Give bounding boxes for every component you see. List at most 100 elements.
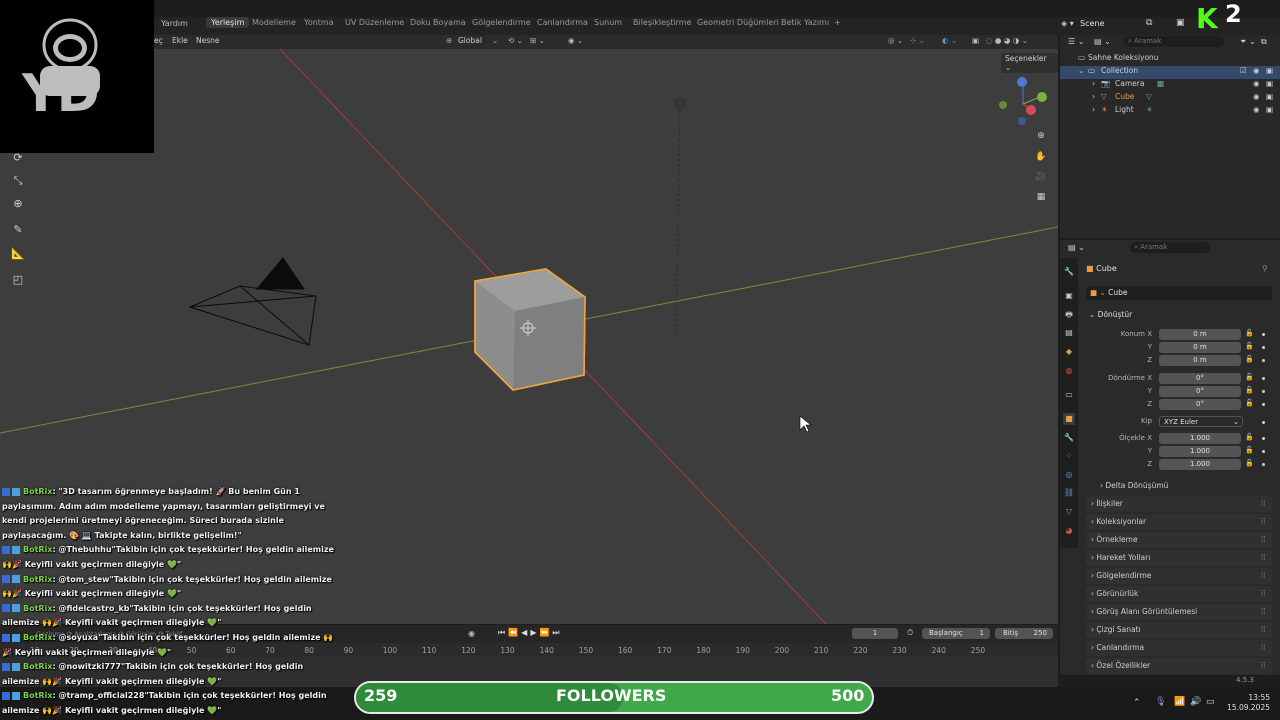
scale-tool-icon[interactable]: ⤡	[10, 173, 26, 189]
proportional-icon[interactable]: ◉ ⌄	[568, 36, 583, 45]
xray-icon[interactable]: ▣	[972, 36, 979, 45]
tab-workspace-5[interactable]: Gölgelendirme	[472, 18, 531, 27]
outliner-item-light[interactable]: › ☀ Light ☀ ◉ ▣	[1060, 105, 1280, 118]
panel-8[interactable]: › Canlandırma ⠿	[1086, 640, 1272, 656]
tab-workspace-10[interactable]: Betik Yazımı	[781, 18, 829, 27]
transform-tool-icon[interactable]: ⊕	[10, 196, 26, 212]
rotation-x-field[interactable]: 0°	[1159, 373, 1241, 384]
pan-hand-icon[interactable]: ✋	[1034, 150, 1048, 164]
menu-object[interactable]: Nesne	[196, 36, 220, 45]
pivot-icon[interactable]: ⟲ ⌄	[508, 36, 523, 45]
physics-tab-icon[interactable]: ◎	[1063, 469, 1075, 481]
lock-icon[interactable]: 🔓	[1245, 342, 1254, 350]
copy-scene-icon[interactable]: ⧉	[1146, 18, 1152, 28]
keyframe-dot-icon[interactable]	[1262, 359, 1265, 362]
location-x-field[interactable]: 0 m	[1159, 329, 1241, 340]
tab-workspace-9[interactable]: Geometri Düğümleri	[697, 18, 779, 27]
camera-render-icon[interactable]: ▣	[1266, 105, 1273, 114]
outliner-collection[interactable]: ⌄ ▭ Collection ☑ ◉ ▣	[1060, 66, 1280, 79]
drag-handle-icon[interactable]: ⠿	[1261, 496, 1267, 512]
menu-view[interactable]: eç	[154, 36, 163, 45]
outliner-item-cube[interactable]: › ▽ Cube ▽ ◉ ▣	[1060, 92, 1280, 105]
keyframe-dot-icon[interactable]	[1262, 450, 1265, 453]
battery-icon[interactable]: ▭	[1206, 697, 1215, 707]
menu-help[interactable]: Yardım	[161, 19, 188, 28]
lock-icon[interactable]: 🔓	[1245, 459, 1254, 467]
delta-transform-header[interactable]: › Delta Dönüşümü	[1100, 481, 1168, 490]
lock-icon[interactable]: 🔓	[1245, 433, 1254, 441]
checkbox-icon[interactable]: ☑	[1240, 66, 1247, 75]
display-mode-icon[interactable]: ▤ ⌄	[1094, 37, 1111, 46]
snap-icon[interactable]: ⊞ ⌄	[530, 36, 545, 45]
rotation-z-field[interactable]: 0°	[1159, 399, 1241, 410]
tool-tab-icon[interactable]: 🔧	[1063, 266, 1075, 278]
tab-workspace-2[interactable]: Yontma	[304, 18, 334, 27]
object-tab-icon[interactable]: ■	[1063, 413, 1075, 425]
drag-handle-icon[interactable]: ⠿	[1261, 604, 1267, 620]
current-frame-field[interactable]: 1	[852, 628, 898, 639]
tab-workspace-7[interactable]: Sunum	[594, 18, 622, 27]
start-frame-field[interactable]: Başlangıç 1	[922, 628, 990, 639]
eye-icon[interactable]: ◉	[1253, 66, 1260, 75]
panel-7[interactable]: › Çizgi Sanatı ⠿	[1086, 622, 1272, 638]
collection-tab-icon[interactable]: ▭	[1063, 389, 1075, 401]
camera-render-icon[interactable]: ▣	[1266, 66, 1273, 75]
properties-type-icon[interactable]: ▤ ⌄	[1068, 243, 1085, 252]
drag-handle-icon[interactable]: ⠿	[1261, 550, 1267, 566]
drag-handle-icon[interactable]: ⠿	[1261, 658, 1267, 674]
particles-tab-icon[interactable]: ⁘	[1063, 450, 1075, 462]
eye-icon[interactable]: ◉	[1253, 92, 1260, 101]
render-tab-icon[interactable]: ▣	[1063, 290, 1075, 302]
mic-icon[interactable]: 🎙	[1155, 697, 1166, 707]
panel-3[interactable]: › Hareket Yolları ⠿	[1086, 550, 1272, 566]
visibility-icon[interactable]: ◎ ⌄	[888, 36, 903, 45]
panel-6[interactable]: › Görüş Alanı Görüntülemesi ⠿	[1086, 604, 1272, 620]
lock-icon[interactable]: 🔓	[1245, 373, 1254, 381]
transform-header[interactable]: ⌄ Dönüştür	[1089, 310, 1132, 319]
playback-controls[interactable]: ⏮⏪◀▶⏩⏭	[498, 628, 563, 638]
system-clock[interactable]: 13:55 15.09.2025	[1222, 693, 1270, 713]
scene-name[interactable]: Scene	[1080, 19, 1104, 28]
overlay-icon[interactable]: ◐ ⌄	[942, 36, 957, 45]
panel-1[interactable]: › Koleksiyonlar ⠿	[1086, 514, 1272, 530]
record-icon[interactable]: ◉	[468, 629, 475, 638]
filter-icon[interactable]: ⏷ ⌄	[1240, 37, 1256, 47]
world-tab-icon[interactable]: ◍	[1063, 365, 1075, 377]
lock-icon[interactable]: 🔓	[1245, 399, 1254, 407]
shading-buttons[interactable]: ◌ ● ◕ ◑ ⌄	[986, 36, 1028, 45]
zoom-icon[interactable]: ⊕	[1034, 129, 1048, 143]
lock-icon[interactable]: 🔓	[1245, 386, 1254, 394]
modifier-tab-icon[interactable]: 🔧	[1063, 432, 1075, 444]
object-name-field[interactable]: ■ ⌄ Cube	[1086, 286, 1272, 300]
keyframe-dot-icon[interactable]	[1262, 437, 1265, 440]
scale-y-field[interactable]: 1.000	[1159, 446, 1241, 457]
lock-icon[interactable]: 🔓	[1245, 355, 1254, 363]
tab-workspace-0[interactable]: Yerleşim	[206, 17, 250, 28]
keyframe-dot-icon[interactable]	[1262, 403, 1265, 406]
lock-icon[interactable]: 🔓	[1245, 446, 1254, 454]
tab-workspace-6[interactable]: Canlandırma	[537, 18, 588, 27]
view-layer-tab-icon[interactable]: ▤	[1063, 327, 1075, 339]
data-tab-icon[interactable]: ▽	[1063, 506, 1075, 518]
location-z-field[interactable]: 0 m	[1159, 355, 1241, 366]
keyframe-dot-icon[interactable]	[1262, 421, 1265, 424]
properties-search-input[interactable]: ⌕ Aramak	[1130, 242, 1210, 253]
tray-chevron-icon[interactable]: ⌃	[1133, 698, 1141, 708]
drag-handle-icon[interactable]: ⠿	[1261, 622, 1267, 638]
volume-icon[interactable]: 🔊	[1190, 697, 1201, 707]
material-tab-icon[interactable]: ◕	[1063, 525, 1075, 537]
keyframe-dot-icon[interactable]	[1262, 390, 1265, 393]
tab-workspace-4[interactable]: Doku Boyama	[410, 18, 466, 27]
panel-4[interactable]: › Gölgelendirme ⠿	[1086, 568, 1272, 584]
tab-workspace-1[interactable]: Modelleme	[252, 18, 296, 27]
scene-icon[interactable]: ◈ ▾	[1061, 19, 1074, 28]
panel-5[interactable]: › Görünürlük ⠿	[1086, 586, 1272, 602]
panel-2[interactable]: › Örnekleme ⠿	[1086, 532, 1272, 548]
eye-icon[interactable]: ◉	[1253, 105, 1260, 114]
drag-handle-icon[interactable]: ⠿	[1261, 514, 1267, 530]
menu-add[interactable]: Ekle	[172, 36, 188, 45]
drag-handle-icon[interactable]: ⠿	[1261, 532, 1267, 548]
measure-tool-icon[interactable]: 📐	[10, 246, 26, 262]
scale-x-field[interactable]: 1.000	[1159, 433, 1241, 444]
add-cube-tool-icon[interactable]: ◰	[10, 272, 26, 288]
